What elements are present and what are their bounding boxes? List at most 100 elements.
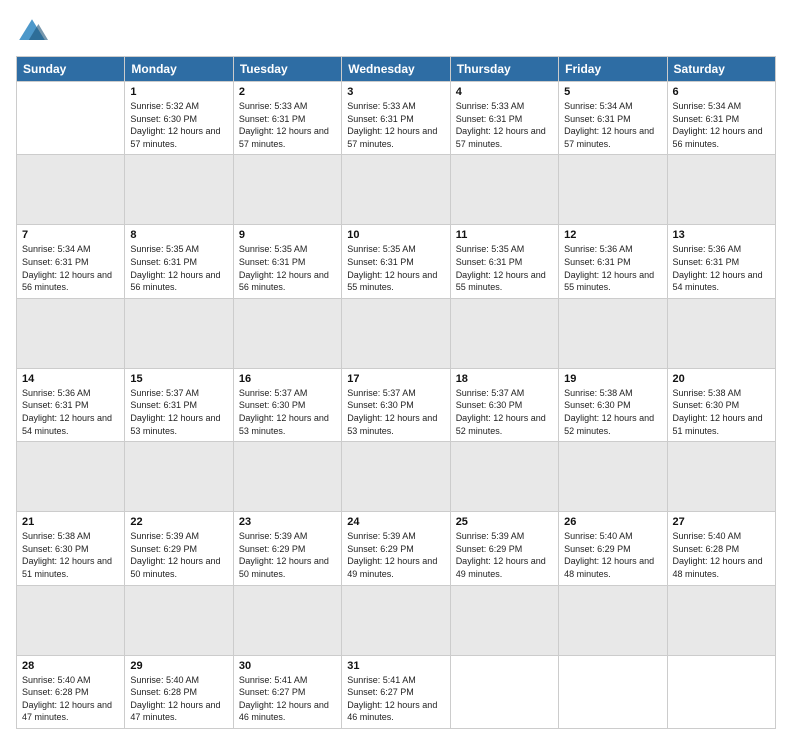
- cell-sun-info: Sunrise: 5:36 AM Sunset: 6:31 PM Dayligh…: [673, 243, 770, 293]
- day-header: Tuesday: [233, 57, 341, 82]
- week-separator: [17, 298, 776, 368]
- calendar-cell: 24Sunrise: 5:39 AM Sunset: 6:29 PM Dayli…: [342, 512, 450, 585]
- cell-day-number: 12: [564, 229, 661, 241]
- cell-sun-info: Sunrise: 5:33 AM Sunset: 6:31 PM Dayligh…: [239, 100, 336, 150]
- calendar-cell: 2 Sunrise: 5:33 AM Sunset: 6:31 PM Daylig…: [233, 82, 341, 155]
- day-header: Saturday: [667, 57, 775, 82]
- week-separator: [17, 585, 776, 655]
- calendar-cell: 14Sunrise: 5:36 AM Sunset: 6:31 PM Dayli…: [17, 368, 125, 441]
- calendar-cell: 5 Sunrise: 5:34 AM Sunset: 6:31 PM Daylig…: [559, 82, 667, 155]
- cell-sun-info: Sunrise: 5:39 AM Sunset: 6:29 PM Dayligh…: [456, 530, 553, 580]
- cell-day-number: 15: [130, 373, 227, 385]
- day-header: Friday: [559, 57, 667, 82]
- cell-day-number: 13: [673, 229, 770, 241]
- cell-day-number: 16: [239, 373, 336, 385]
- calendar-cell: 16 Sunrise: 5:37 AM Sunset: 6:30 PM Dayli…: [233, 368, 341, 441]
- cell-sun-info: Sunrise: 5:41 AM Sunset: 6:27 PM Dayligh…: [239, 674, 336, 724]
- calendar-cell: 1Sunrise: 5:32 AM Sunset: 6:30 PM Daylig…: [125, 82, 233, 155]
- cell-day-number: 21: [22, 516, 119, 528]
- cell-day-number: 19: [564, 373, 661, 385]
- cell-day-number: 29: [130, 660, 227, 672]
- calendar-cell: [17, 82, 125, 155]
- calendar-cell: 13 Sunrise: 5:36 AM Sunset: 6:31 PM Dayli…: [667, 225, 775, 298]
- cell-sun-info: Sunrise: 5:40 AM Sunset: 6:29 PM Dayligh…: [564, 530, 661, 580]
- cell-sun-info: Sunrise: 5:37 AM Sunset: 6:31 PM Dayligh…: [130, 387, 227, 437]
- cell-day-number: 18: [456, 373, 553, 385]
- cell-day-number: 26: [564, 516, 661, 528]
- cell-day-number: 23: [239, 516, 336, 528]
- calendar-week-row: 1Sunrise: 5:32 AM Sunset: 6:30 PM Daylig…: [17, 82, 776, 155]
- week-separator: [17, 155, 776, 225]
- calendar-cell: 7Sunrise: 5:34 AM Sunset: 6:31 PM Daylig…: [17, 225, 125, 298]
- calendar-cell: 6 Sunrise: 5:34 AM Sunset: 6:31 PM Daylig…: [667, 82, 775, 155]
- calendar-cell: 10Sunrise: 5:35 AM Sunset: 6:31 PM Dayli…: [342, 225, 450, 298]
- cell-sun-info: Sunrise: 5:35 AM Sunset: 6:31 PM Dayligh…: [347, 243, 444, 293]
- cell-sun-info: Sunrise: 5:38 AM Sunset: 6:30 PM Dayligh…: [22, 530, 119, 580]
- cell-sun-info: Sunrise: 5:34 AM Sunset: 6:31 PM Dayligh…: [673, 100, 770, 150]
- cell-sun-info: Sunrise: 5:38 AM Sunset: 6:30 PM Dayligh…: [673, 387, 770, 437]
- cell-day-number: 28: [22, 660, 119, 672]
- calendar-cell: 25 Sunrise: 5:39 AM Sunset: 6:29 PM Dayli…: [450, 512, 558, 585]
- cell-sun-info: Sunrise: 5:35 AM Sunset: 6:31 PM Dayligh…: [130, 243, 227, 293]
- day-header: Monday: [125, 57, 233, 82]
- calendar-cell: 4 Sunrise: 5:33 AM Sunset: 6:31 PM Daylig…: [450, 82, 558, 155]
- cell-sun-info: Sunrise: 5:37 AM Sunset: 6:30 PM Dayligh…: [239, 387, 336, 437]
- cell-day-number: 27: [673, 516, 770, 528]
- cell-sun-info: Sunrise: 5:34 AM Sunset: 6:31 PM Dayligh…: [564, 100, 661, 150]
- cell-sun-info: Sunrise: 5:32 AM Sunset: 6:30 PM Dayligh…: [130, 100, 227, 150]
- cell-day-number: 8: [130, 229, 227, 241]
- cell-day-number: 9: [239, 229, 336, 241]
- cell-sun-info: Sunrise: 5:33 AM Sunset: 6:31 PM Dayligh…: [347, 100, 444, 150]
- day-header: Sunday: [17, 57, 125, 82]
- cell-day-number: 5: [564, 86, 661, 98]
- header-row: SundayMondayTuesdayWednesdayThursdayFrid…: [17, 57, 776, 82]
- cell-day-number: 22: [130, 516, 227, 528]
- calendar-cell: 15 Sunrise: 5:37 AM Sunset: 6:31 PM Dayli…: [125, 368, 233, 441]
- cell-day-number: 31: [347, 660, 444, 672]
- cell-day-number: 24: [347, 516, 444, 528]
- calendar-cell: 3Sunrise: 5:33 AM Sunset: 6:31 PM Daylig…: [342, 82, 450, 155]
- cell-sun-info: Sunrise: 5:39 AM Sunset: 6:29 PM Dayligh…: [130, 530, 227, 580]
- page: SundayMondayTuesdayWednesdayThursdayFrid…: [0, 0, 792, 612]
- day-header: Wednesday: [342, 57, 450, 82]
- cell-sun-info: Sunrise: 5:37 AM Sunset: 6:30 PM Dayligh…: [456, 387, 553, 437]
- cell-day-number: 20: [673, 373, 770, 385]
- calendar-cell: 18 Sunrise: 5:37 AM Sunset: 6:30 PM Dayli…: [450, 368, 558, 441]
- cell-sun-info: Sunrise: 5:38 AM Sunset: 6:30 PM Dayligh…: [564, 387, 661, 437]
- calendar-cell: [450, 655, 558, 728]
- calendar-cell: 20 Sunrise: 5:38 AM Sunset: 6:30 PM Dayli…: [667, 368, 775, 441]
- cell-sun-info: Sunrise: 5:39 AM Sunset: 6:29 PM Dayligh…: [239, 530, 336, 580]
- cell-sun-info: Sunrise: 5:40 AM Sunset: 6:28 PM Dayligh…: [22, 674, 119, 724]
- cell-day-number: 17: [347, 373, 444, 385]
- cell-day-number: 30: [239, 660, 336, 672]
- calendar-cell: 8 Sunrise: 5:35 AM Sunset: 6:31 PM Daylig…: [125, 225, 233, 298]
- cell-sun-info: Sunrise: 5:34 AM Sunset: 6:31 PM Dayligh…: [22, 243, 119, 293]
- cell-day-number: 25: [456, 516, 553, 528]
- cell-sun-info: Sunrise: 5:33 AM Sunset: 6:31 PM Dayligh…: [456, 100, 553, 150]
- cell-day-number: 2: [239, 86, 336, 98]
- calendar-cell: 31 Sunrise: 5:41 AM Sunset: 6:27 PM Dayli…: [342, 655, 450, 728]
- calendar-cell: 9Sunrise: 5:35 AM Sunset: 6:31 PM Daylig…: [233, 225, 341, 298]
- cell-day-number: 4: [456, 86, 553, 98]
- calendar-cell: [667, 655, 775, 728]
- calendar-cell: 17Sunrise: 5:37 AM Sunset: 6:30 PM Dayli…: [342, 368, 450, 441]
- cell-day-number: 14: [22, 373, 119, 385]
- calendar-week-row: 14Sunrise: 5:36 AM Sunset: 6:31 PM Dayli…: [17, 368, 776, 441]
- calendar-cell: 21 Sunrise: 5:38 AM Sunset: 6:30 PM Dayli…: [17, 512, 125, 585]
- calendar-cell: 26 Sunrise: 5:40 AM Sunset: 6:29 PM Dayli…: [559, 512, 667, 585]
- calendar-week-row: 28 Sunrise: 5:40 AM Sunset: 6:28 PM Dayli…: [17, 655, 776, 728]
- calendar-cell: 28 Sunrise: 5:40 AM Sunset: 6:28 PM Dayli…: [17, 655, 125, 728]
- calendar-cell: 30 Sunrise: 5:41 AM Sunset: 6:27 PM Dayli…: [233, 655, 341, 728]
- cell-day-number: 11: [456, 229, 553, 241]
- calendar-week-row: 7Sunrise: 5:34 AM Sunset: 6:31 PM Daylig…: [17, 225, 776, 298]
- day-header: Thursday: [450, 57, 558, 82]
- calendar-cell: 11Sunrise: 5:35 AM Sunset: 6:31 PM Dayli…: [450, 225, 558, 298]
- calendar-cell: 29Sunrise: 5:40 AM Sunset: 6:28 PM Dayli…: [125, 655, 233, 728]
- calendar-cell: [559, 655, 667, 728]
- calendar-cell: 12Sunrise: 5:36 AM Sunset: 6:31 PM Dayli…: [559, 225, 667, 298]
- calendar-week-row: 21 Sunrise: 5:38 AM Sunset: 6:30 PM Dayli…: [17, 512, 776, 585]
- cell-sun-info: Sunrise: 5:41 AM Sunset: 6:27 PM Dayligh…: [347, 674, 444, 724]
- logo-icon: [16, 16, 48, 48]
- cell-day-number: 6: [673, 86, 770, 98]
- calendar-cell: 19 Sunrise: 5:38 AM Sunset: 6:30 PM Dayli…: [559, 368, 667, 441]
